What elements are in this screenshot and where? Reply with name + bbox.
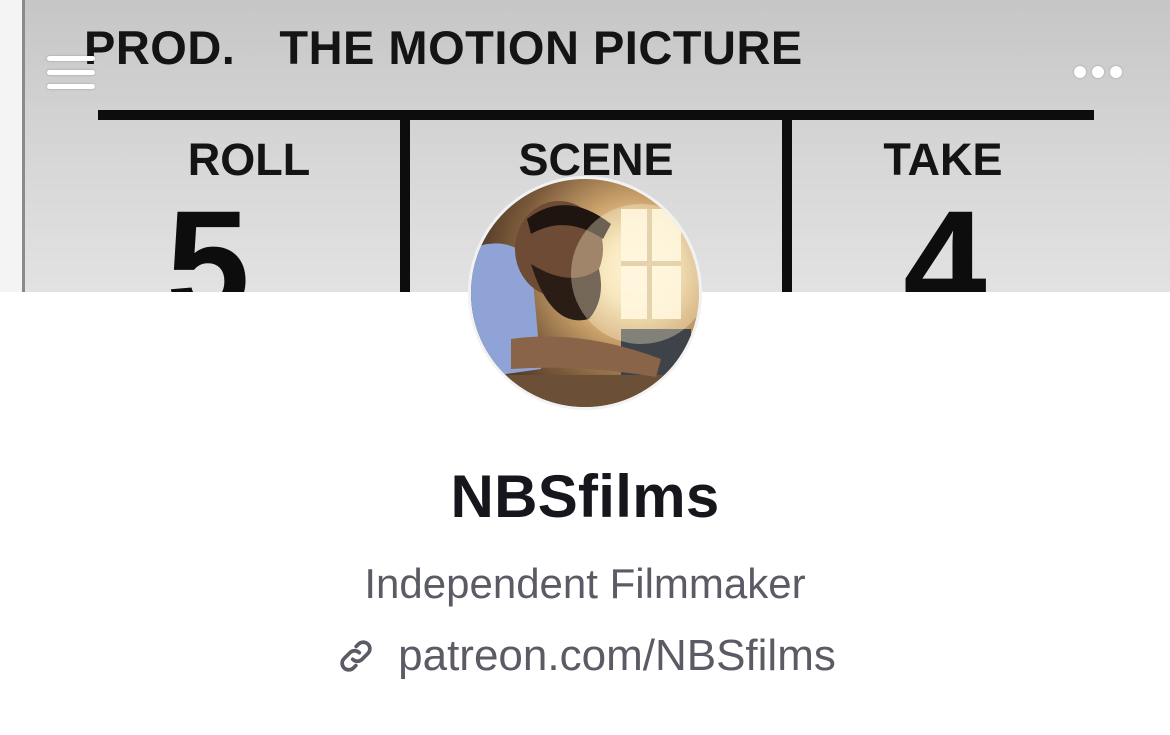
profile-bio: Independent Filmmaker (364, 560, 806, 607)
banner-border-line (22, 0, 25, 292)
avatar-photo (471, 201, 699, 407)
profile-name: NBSfilms (450, 463, 720, 530)
link-icon (340, 640, 372, 672)
profile-link-text[interactable]: patreon.com/NBSfilms (398, 631, 836, 681)
slate-divider-vertical (782, 118, 792, 292)
hamburger-menu-icon[interactable] (47, 54, 97, 92)
slate-title: THE MOTION PICTURE (279, 21, 803, 74)
slate-divider-vertical (400, 118, 410, 292)
banner-border (0, 0, 22, 292)
avatar[interactable] (468, 176, 702, 410)
slate-take-value: 4 (903, 179, 987, 292)
profile-page: PROD. THE MOTION PICTURE ROLL SCENE TAKE … (0, 0, 1170, 735)
slate-prod-label: PROD. (84, 21, 236, 74)
slate-production-line: PROD. THE MOTION PICTURE (84, 20, 803, 75)
slate-divider-horizontal (98, 110, 1094, 120)
more-horizontal-icon[interactable] (1070, 62, 1126, 82)
slate-roll-value: 5 (166, 179, 250, 292)
profile-website-link[interactable]: patreon.com/NBSfilms (0, 630, 1170, 682)
